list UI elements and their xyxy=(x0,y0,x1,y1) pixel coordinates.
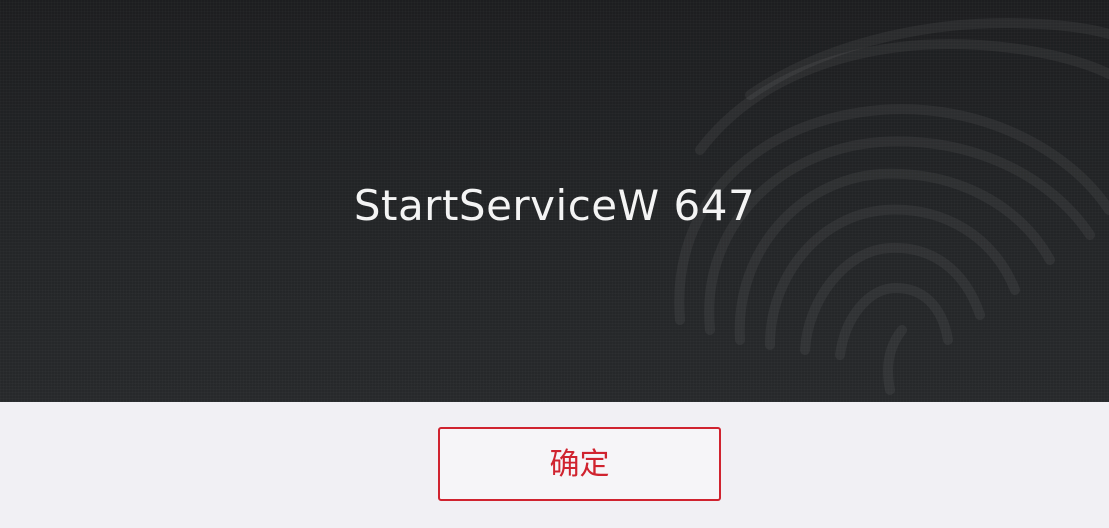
error-message: StartServiceW 647 xyxy=(353,181,756,230)
error-dialog: StartServiceW 647 确定 xyxy=(0,0,1109,528)
dialog-button-bar: 确定 xyxy=(0,402,1109,528)
ok-button[interactable]: 确定 xyxy=(438,427,721,501)
dialog-message-area: StartServiceW 647 xyxy=(0,0,1109,402)
